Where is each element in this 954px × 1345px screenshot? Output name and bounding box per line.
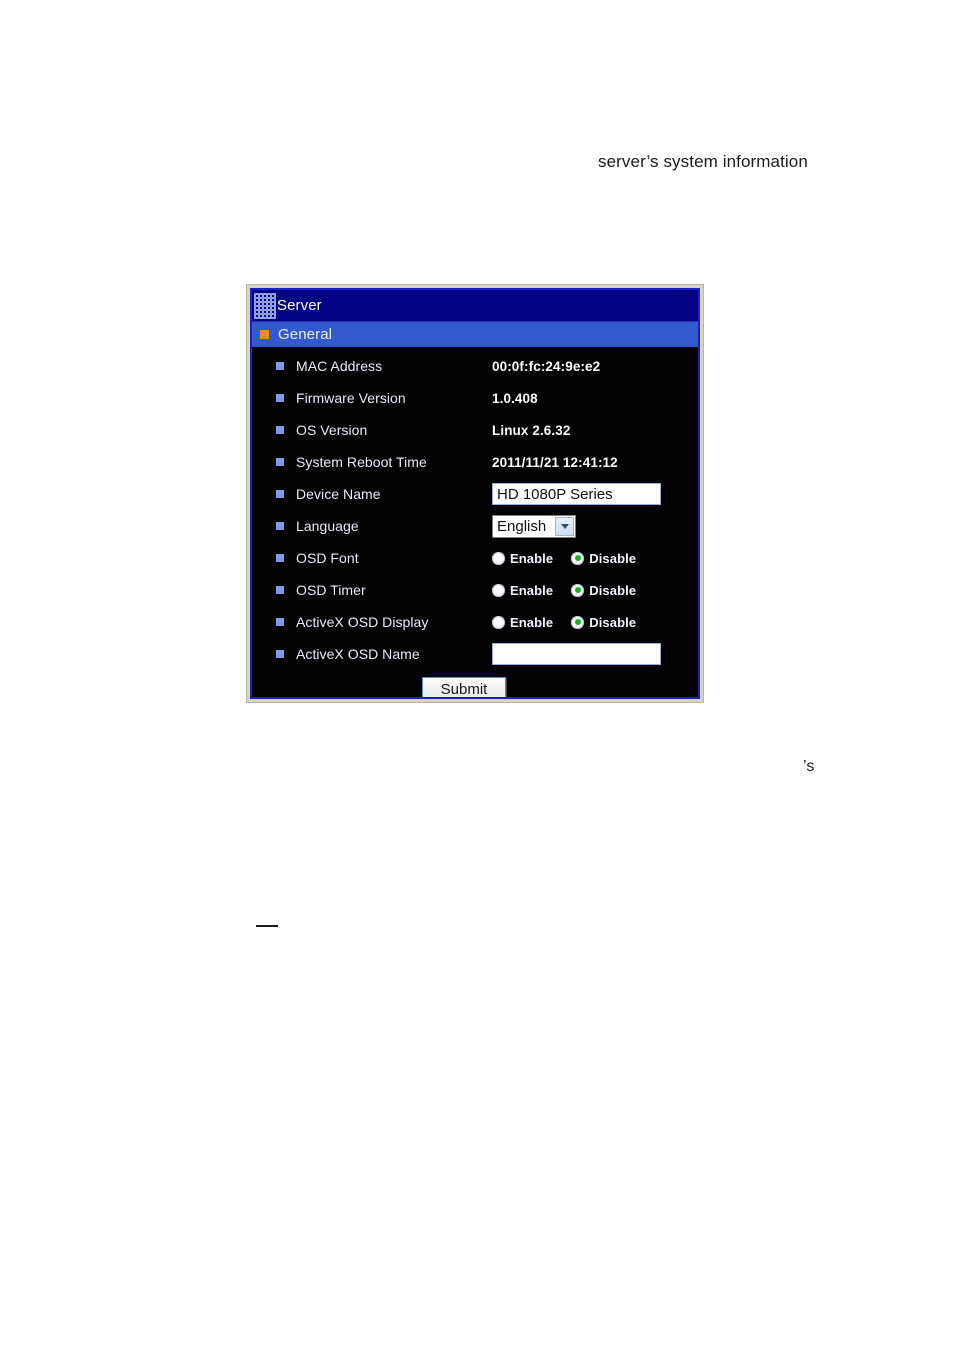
radio-button-unselected[interactable] [492, 583, 505, 597]
table-row: OSD Font Enable Disable [252, 542, 698, 574]
osd-timer-enable-option[interactable]: Enable [492, 583, 553, 598]
radio-label-enable: Enable [510, 582, 554, 598]
blue-square-bullet-icon [276, 554, 284, 562]
table-row: OSD Timer Enable Disable [252, 574, 698, 606]
row-value-cell: 00:0f:fc:24:9e:e2 [492, 359, 600, 374]
table-row: ActiveX OSD Display Enable Disable [252, 606, 698, 638]
panel-title: Server [277, 297, 322, 314]
radio-label-disable: Disable [589, 614, 637, 630]
blue-square-bullet-icon [276, 426, 284, 434]
activex-osd-display-radio-group: Enable Disable [492, 615, 636, 630]
radio-button-unselected[interactable] [492, 615, 505, 629]
row-label-language: Language [296, 518, 359, 534]
radio-button-selected[interactable] [571, 551, 585, 565]
value-firmware-version: 1.0.408 [492, 390, 538, 406]
radio-label-enable: Enable [510, 614, 554, 630]
row-label-system-reboot-time: System Reboot Time [296, 454, 427, 470]
row-value-cell: Enable Disable [492, 583, 636, 598]
blue-square-bullet-icon [276, 586, 284, 594]
submit-row: Submit [252, 670, 698, 697]
orange-square-bullet-icon [260, 330, 269, 339]
row-value-cell: Enable Disable [492, 551, 636, 566]
row-value-cell: 2011/11/21 12:41:12 [492, 455, 618, 470]
intro-text-fragment: server’s system information [598, 152, 808, 171]
table-row: MAC Address 00:0f:fc:24:9e:e2 [252, 350, 698, 382]
section-header-label: General [278, 326, 333, 343]
section-header-general[interactable]: General [252, 321, 698, 347]
radio-button-selected[interactable] [571, 615, 585, 629]
language-select[interactable]: English [492, 514, 576, 538]
activex-osd-display-enable-option[interactable]: Enable [492, 615, 553, 630]
activex-osd-name-input[interactable] [492, 643, 661, 665]
blue-square-bullet-icon [276, 490, 284, 498]
blue-square-bullet-icon [276, 362, 284, 370]
row-label-activex-osd-name: ActiveX OSD Name [296, 646, 420, 662]
row-value-cell [492, 643, 661, 665]
value-os-version: Linux 2.6.32 [492, 422, 571, 438]
radio-label-enable: Enable [510, 550, 554, 566]
row-label-device-name: Device Name [296, 486, 381, 502]
osd-timer-radio-group: Enable Disable [492, 583, 636, 598]
osd-font-disable-option[interactable]: Disable [571, 551, 636, 566]
row-value-cell [492, 483, 661, 505]
panel-inner-frame: Server General MAC Address 00:0f:fc:24:9… [250, 288, 700, 699]
table-row: Firmware Version 1.0.408 [252, 382, 698, 414]
value-mac-address: 00:0f:fc:24:9e:e2 [492, 358, 601, 374]
grid-dots-icon [254, 292, 276, 319]
row-label-mac-address: MAC Address [296, 358, 383, 374]
value-system-reboot-time: 2011/11/21 12:41:12 [492, 454, 618, 470]
blue-square-bullet-icon [276, 522, 284, 530]
radio-button-unselected[interactable] [492, 551, 505, 565]
settings-rows: MAC Address 00:0f:fc:24:9e:e2 Firmware V… [252, 347, 698, 697]
table-row: Language English [252, 510, 698, 542]
submit-button[interactable]: Submit [422, 676, 506, 697]
table-row: System Reboot Time 2011/11/21 12:41:12 [252, 446, 698, 478]
radio-button-selected[interactable] [571, 583, 585, 597]
blue-square-bullet-icon [276, 650, 284, 658]
radio-label-disable: Disable [589, 582, 637, 598]
activex-osd-display-disable-option[interactable]: Disable [571, 615, 636, 630]
osd-font-enable-option[interactable]: Enable [492, 551, 553, 566]
osd-timer-disable-option[interactable]: Disable [571, 583, 636, 598]
language-select-value: English [497, 517, 547, 535]
blue-square-bullet-icon [276, 618, 284, 626]
blue-square-bullet-icon [276, 458, 284, 466]
table-row: OS Version Linux 2.6.32 [252, 414, 698, 446]
row-label-osd-font: OSD Font [296, 550, 359, 566]
radio-label-disable: Disable [589, 550, 637, 566]
row-value-cell: 1.0.408 [492, 391, 538, 406]
row-label-activex-osd-display: ActiveX OSD Display [296, 614, 429, 630]
row-value-cell: Enable Disable [492, 615, 636, 630]
row-label-firmware-version: Firmware Version [296, 390, 406, 406]
panel-titlebar: Server [252, 290, 698, 321]
orphan-text-fragment: ’s [803, 758, 815, 775]
row-value-cell: English [492, 514, 576, 538]
chevron-down-icon[interactable] [555, 516, 574, 536]
horizontal-rule [256, 925, 278, 927]
table-row: ActiveX OSD Name [252, 638, 698, 670]
table-row: Device Name [252, 478, 698, 510]
row-label-os-version: OS Version [296, 422, 368, 438]
row-value-cell: Linux 2.6.32 [492, 423, 570, 438]
blue-square-bullet-icon [276, 394, 284, 402]
row-label-osd-timer: OSD Timer [296, 582, 366, 598]
device-name-input[interactable] [492, 483, 661, 505]
osd-font-radio-group: Enable Disable [492, 551, 636, 566]
server-settings-panel: Server General MAC Address 00:0f:fc:24:9… [246, 284, 704, 703]
